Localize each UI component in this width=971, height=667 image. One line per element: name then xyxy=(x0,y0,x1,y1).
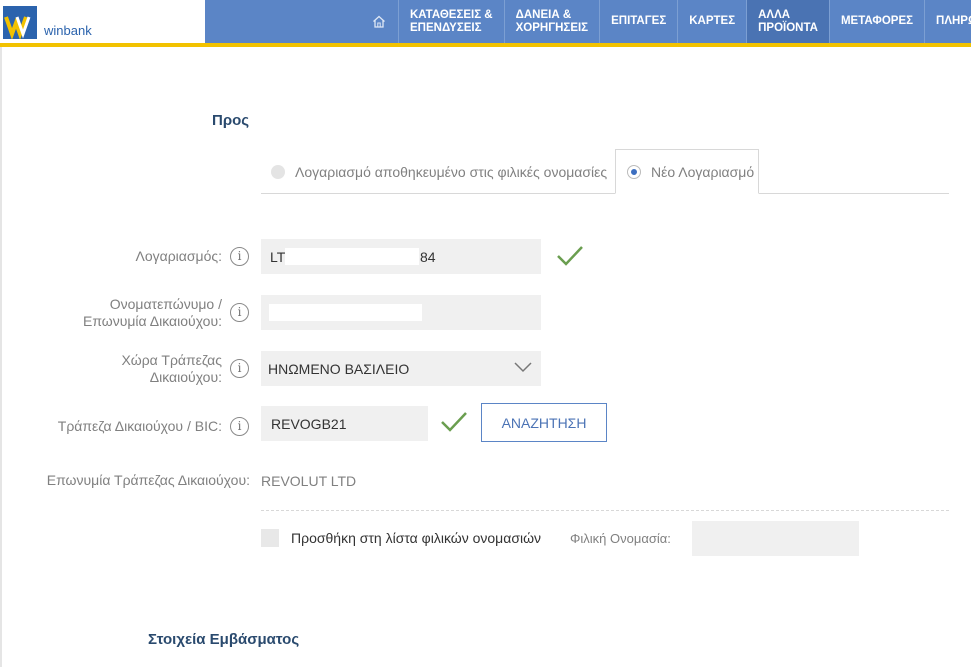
bic-search-button[interactable]: ΑΝΑΖΗΤΗΣΗ xyxy=(481,403,607,442)
home-icon xyxy=(373,15,385,28)
friendly-name-label: Φιλική Ονομασία: xyxy=(570,531,671,546)
beneficiary-name-field[interactable] xyxy=(261,295,541,330)
tab-new-account-label: Νέο Λογαριασμό xyxy=(651,163,755,180)
account-info-icon[interactable]: i xyxy=(230,247,249,266)
nav-item-cards[interactable]: ΚΑΡΤΕΣ xyxy=(677,0,746,43)
bank-country-info-icon[interactable]: i xyxy=(230,359,249,378)
nav-item-loans[interactable]: ΔΑΝΕΙΑ & ΧΟΡΗΓΗΣΕΙΣ xyxy=(503,0,599,43)
nav-item-other-products[interactable]: ΑΛΛΑ ΠΡΟΪΟΝΤΑ xyxy=(746,0,829,43)
nav-item-cheques[interactable]: ΕΠΙΤΑΓΕΣ xyxy=(599,0,677,43)
nav-item-label: ΚΑΤΑΘΕΣΕΙΣ & ΕΠΕΝΔΥΣΕΙΣ xyxy=(410,8,493,34)
nav-item-label: ΕΠΙΤΑΓΕΣ xyxy=(611,15,667,27)
account-valid-check-icon xyxy=(557,246,583,266)
chevron-down-icon xyxy=(514,362,532,373)
nav-item-deposits[interactable]: ΚΑΤΑΘΕΣΕΙΣ & ΕΠΕΝΔΥΣΕΙΣ xyxy=(398,0,504,43)
form-divider xyxy=(261,510,949,511)
bank-country-label: Χώρα Τράπεζας Δικαιούχου: xyxy=(121,352,222,385)
bic-info-icon[interactable]: i xyxy=(230,417,249,436)
nav-item-label: ΑΛΛΑ ΠΡΟΪΟΝΤΑ xyxy=(758,8,818,34)
nav-item-payments[interactable]: ΠΛΗΡΩ xyxy=(924,0,971,43)
account-suffix: 84 xyxy=(420,249,436,265)
radio-saved-account[interactable] xyxy=(271,164,285,179)
beneficiary-name-label: Ονοματεπώνυμο / Επωνυμία Δικαιούχου: xyxy=(82,296,222,329)
tab-saved-account[interactable]: Λογαριασμό αποθηκευμένο στις φιλικές ονο… xyxy=(271,149,613,194)
nav-item-label: ΚΑΡΤΕΣ xyxy=(689,15,736,27)
account-field[interactable]: LT 84 xyxy=(261,239,541,274)
nav-item-transfers[interactable]: ΜΕΤΑΦΟΡΕΣ xyxy=(828,0,924,43)
beneficiary-name-info-icon[interactable]: i xyxy=(230,303,249,322)
main-nav: ΚΑΤΑΘΕΣΕΙΣ & ΕΠΕΝΔΥΣΕΙΣ ΔΑΝΕΙΑ & ΧΟΡΗΓΗΣΕΙ… xyxy=(360,0,971,43)
nav-accent-stripe xyxy=(0,43,971,47)
bank-name-label: Επωνυμία Τράπεζας Δικαιούχου: xyxy=(46,472,250,488)
add-to-friendly-list-checkbox[interactable] xyxy=(261,529,279,547)
tab-saved-account-label: Λογαριασμό αποθηκευμένο στις φιλικές ονο… xyxy=(295,163,608,180)
account-prefix: LT xyxy=(270,249,286,265)
nav-item-label: ΜΕΤΑΦΟΡΕΣ xyxy=(840,15,914,27)
add-to-friendly-list-label: Προσθήκη στη λίστα φιλικών ονομασιών xyxy=(291,530,542,546)
section-title-remittance: Στοιχεία Εμβάσματος xyxy=(148,631,300,648)
bic-valid-check-icon xyxy=(441,412,467,432)
brand-name: winbank xyxy=(44,23,92,38)
account-label: Λογαριασμός: xyxy=(135,248,222,264)
nav-home-button[interactable] xyxy=(360,0,398,43)
bank-name-value: REVOLUT LTD xyxy=(261,473,357,489)
tab-new-account[interactable]: Νέο Λογαριασμό xyxy=(615,149,759,194)
bank-country-value: ΗΝΩΜΕΝΟ ΒΑΣΙΛΕΙΟ xyxy=(268,360,410,377)
brand[interactable]: winbank xyxy=(0,0,205,43)
redacted-account-digits xyxy=(285,248,419,265)
nav-item-label: ΠΛΗΡΩ xyxy=(936,15,971,27)
nav-item-label: ΔΑΝΕΙΑ & ΧΟΡΗΓΗΣΕΙΣ xyxy=(515,8,589,34)
section-title-to: Προς xyxy=(212,112,250,129)
redacted-beneficiary-name xyxy=(269,304,422,321)
radio-new-account[interactable] xyxy=(627,164,641,179)
bic-input[interactable] xyxy=(261,406,428,441)
winbank-logo-icon xyxy=(3,6,37,39)
bic-label: Τράπεζα Δικαιούχου / BIC: xyxy=(57,418,222,434)
friendly-name-input[interactable] xyxy=(692,521,859,556)
bank-country-select[interactable]: ΗΝΩΜΕΝΟ ΒΑΣΙΛΕΙΟ xyxy=(261,351,541,386)
